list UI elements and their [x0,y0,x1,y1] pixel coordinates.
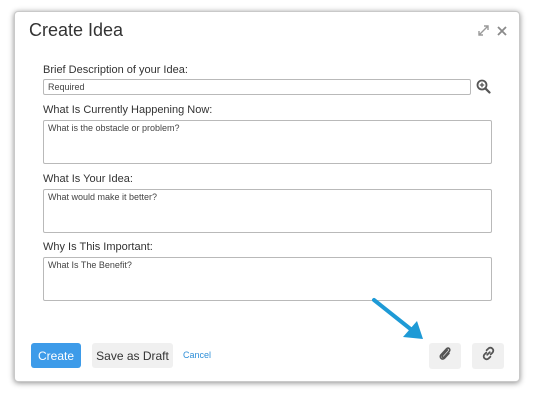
create-button[interactable]: Create [31,343,81,368]
close-icon[interactable] [497,25,507,36]
dialog-header-actions [478,25,507,36]
idea-label: What Is Your Idea: [43,173,133,185]
link-icon [481,346,496,366]
importance-textarea[interactable] [43,257,492,301]
create-idea-dialog: Create Idea Brief Description of your Id… [14,11,520,382]
attach-button[interactable] [429,343,461,369]
save-draft-button[interactable]: Save as Draft [92,343,173,368]
zoom-in-icon[interactable] [475,78,491,94]
importance-label: Why Is This Important: [43,241,153,253]
paperclip-icon [438,346,452,367]
happening-label: What Is Currently Happening Now: [43,104,213,116]
annotation-arrow-icon [372,298,423,339]
cancel-link[interactable]: Cancel [183,350,211,360]
description-label: Brief Description of your Idea: [43,64,188,76]
idea-textarea[interactable] [43,189,492,233]
page: Create Idea Brief Description of your Id… [0,0,534,394]
link-button[interactable] [472,343,504,369]
dialog-title: Create Idea [29,20,124,40]
expand-icon[interactable] [478,25,489,36]
description-input[interactable] [43,79,471,95]
happening-textarea[interactable] [43,120,492,164]
